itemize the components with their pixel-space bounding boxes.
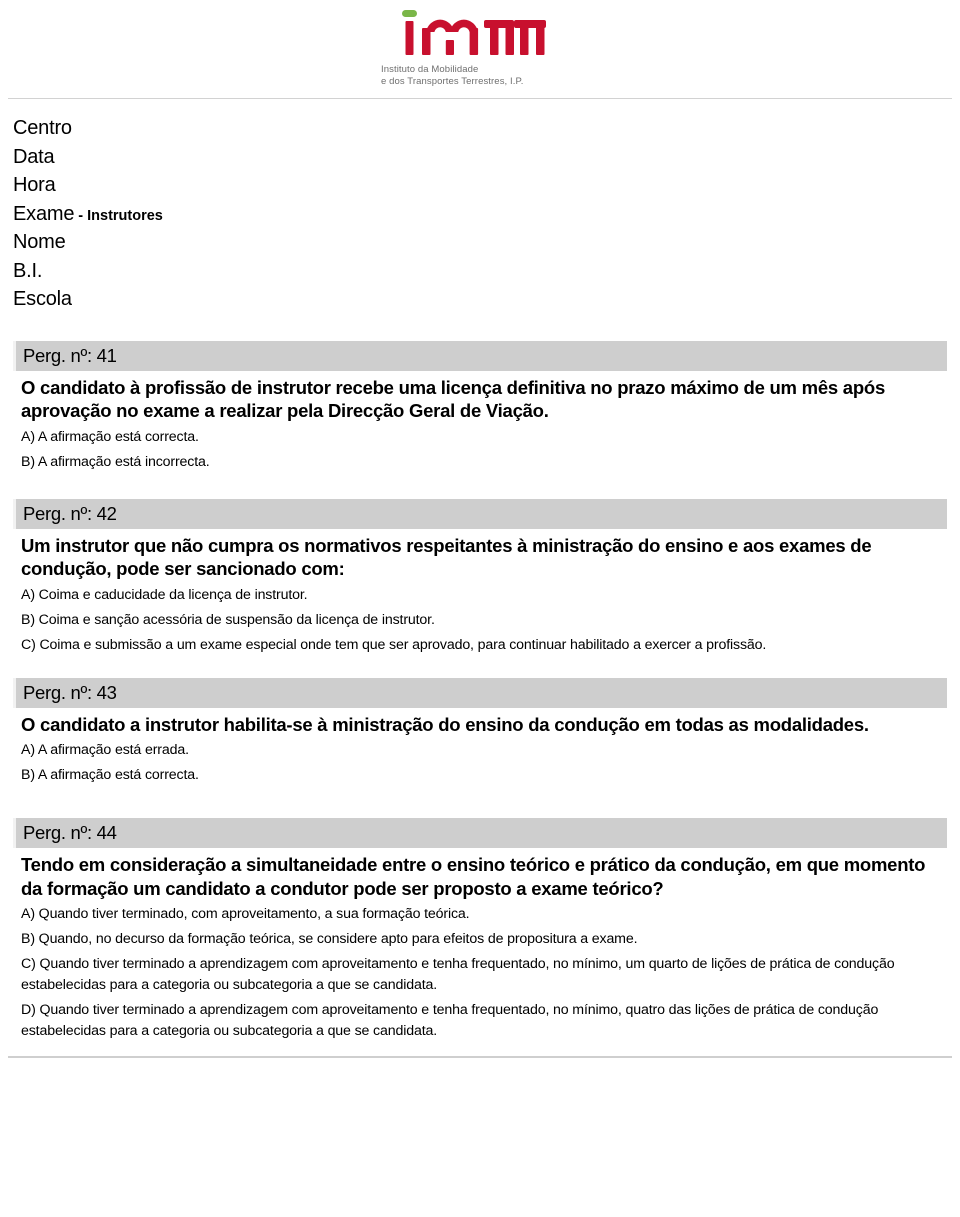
question-options-41: A) A afirmação está correcta. B) A afirm…	[21, 427, 947, 473]
logo-subtitle: Instituto da Mobilidade e dos Transporte…	[381, 64, 524, 87]
field-nome-label: Nome	[13, 231, 66, 253]
imtt-wordmark-icon	[402, 10, 546, 55]
option-44-a[interactable]: A) Quando tiver terminado, com aproveita…	[21, 904, 947, 925]
question-number-band-44: Perg. nº: 44	[13, 818, 947, 848]
field-hora: Hora	[13, 172, 960, 201]
question-options-42: A) Coima e caducidade da licença de inst…	[21, 585, 947, 656]
option-41-a[interactable]: A) A afirmação está correcta.	[21, 427, 947, 448]
option-43-a[interactable]: A) A afirmação está errada.	[21, 740, 947, 761]
header-divider	[8, 98, 952, 99]
footer-divider	[8, 1056, 952, 1058]
questions-list: Perg. nº: 41 O candidato à profissão de …	[0, 340, 960, 1043]
question-number-band-43: Perg. nº: 43	[13, 677, 947, 708]
option-42-a[interactable]: A) Coima e caducidade da licença de inst…	[21, 585, 947, 606]
option-42-b[interactable]: B) Coima e sanção acessória de suspensão…	[21, 610, 947, 631]
question-block-42: Perg. nº: 42 Um instrutor que não cumpra…	[13, 498, 947, 656]
field-bi: B.I.	[13, 258, 960, 287]
field-escola-label: Escola	[13, 288, 72, 310]
question-number-band-42: Perg. nº: 42	[13, 498, 947, 529]
field-exame-suffix: - Instrutores	[74, 207, 163, 224]
option-44-c[interactable]: C) Quando tiver terminado a aprendizagem…	[21, 954, 947, 996]
question-block-41: Perg. nº: 41 O candidato à profissão de …	[13, 340, 947, 473]
field-centro: Centro	[13, 115, 960, 144]
field-centro-label: Centro	[13, 117, 72, 139]
question-stem-42: Um instrutor que não cumpra os normativo…	[21, 534, 872, 580]
option-41-b[interactable]: B) A afirmação está incorrecta.	[21, 452, 947, 473]
field-data-label: Data	[13, 145, 55, 168]
option-42-c[interactable]: C) Coima e submissão a um exame especial…	[21, 635, 947, 656]
field-bi-label: B.I.	[13, 259, 43, 282]
question-block-43: Perg. nº: 43 O candidato a instrutor hab…	[13, 677, 947, 787]
question-stem-41: O candidato à profissão de instrutor rec…	[21, 376, 885, 422]
field-hora-label: Hora	[13, 174, 56, 196]
field-data: Data	[13, 144, 960, 173]
question-stem-43: O candidato a instrutor habilita-se à mi…	[21, 713, 869, 735]
question-stem-44: Tendo em consideração a simultaneidade e…	[21, 854, 926, 899]
imtt-logo: Instituto da Mobilidade e dos Transporte…	[380, 10, 580, 87]
option-43-b[interactable]: B) A afirmação está correcta.	[21, 765, 947, 786]
question-number-band-41: Perg. nº: 41	[13, 340, 947, 371]
field-escola: Escola	[13, 286, 960, 315]
field-exame-label: Exame	[13, 202, 75, 225]
option-44-d[interactable]: D) Quando tiver terminado a aprendizagem…	[21, 1000, 947, 1042]
exam-header-fields: Centro Data Hora Exame - Instrutores Nom…	[13, 115, 960, 315]
field-nome: Nome	[13, 229, 960, 258]
question-options-43: A) A afirmação está errada. B) A afirmaç…	[21, 740, 947, 786]
question-block-44: Perg. nº: 44 Tendo em consideração a sim…	[13, 818, 947, 1042]
option-44-b[interactable]: B) Quando, no decurso da formação teóric…	[21, 929, 947, 950]
logo-area: Instituto da Mobilidade e dos Transporte…	[0, 0, 960, 87]
question-options-44: A) Quando tiver terminado, com aproveita…	[21, 904, 947, 1042]
field-exame: Exame - Instrutores	[13, 201, 960, 230]
